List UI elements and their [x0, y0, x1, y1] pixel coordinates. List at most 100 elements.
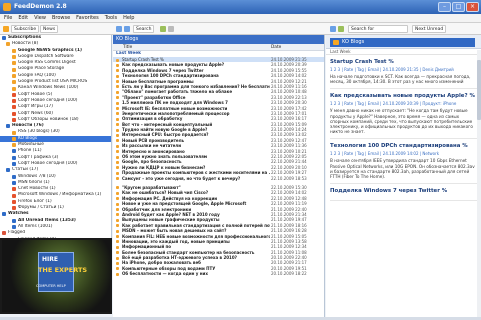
menu-bar: File Edit View Browse Favorites Tools Help — [0, 14, 481, 23]
feed-icon — [12, 61, 16, 66]
news-item-icon — [116, 80, 119, 84]
article-meta[interactable]: 1 2 3 | Rate | Tag | Email | 24.10.2009 … — [330, 67, 477, 72]
news-item-icon — [116, 245, 119, 249]
menu-item-tools[interactable]: Tools — [105, 14, 117, 22]
news-item-icon — [116, 166, 119, 170]
ad-line3: COMPUTER HELP — [36, 284, 66, 288]
news-item-icon — [116, 128, 119, 132]
subscriptions-tree: Subscriptions Новости (8) Google NEWS Grap… — [0, 35, 112, 238]
menu-item-browse[interactable]: Browse — [52, 14, 70, 22]
news-button[interactable]: News — [40, 25, 59, 33]
menu-item-edit[interactable]: Edit — [18, 14, 28, 22]
menu-item-file[interactable]: File — [4, 14, 12, 22]
news-item-icon — [116, 101, 119, 105]
news-item-icon — [116, 177, 119, 181]
news-item-icon — [116, 69, 119, 73]
news-item-icon — [116, 171, 119, 175]
feed-icon — [12, 86, 16, 91]
back-icon[interactable] — [116, 26, 122, 32]
menu-item-view[interactable]: View — [34, 14, 46, 22]
feed-icon — [6, 42, 10, 47]
feed-icon — [12, 111, 16, 116]
maximize-button[interactable]: □ — [452, 2, 465, 12]
subscribe-button[interactable]: Subscribe — [11, 25, 40, 33]
list-item[interactable]: Самсунг – это уже сегодня, но что будет … — [113, 176, 324, 181]
article-meta[interactable]: 1 2 3 | Rate | Tag | Email | 24.10.2009 … — [330, 151, 477, 156]
news-item-icon — [116, 272, 119, 276]
next-unread-button[interactable]: Next Unread — [412, 25, 447, 33]
article: Технология 100 DPCh стандартизирована % 1… — [330, 143, 477, 185]
advertisement-banner[interactable]: HIRE THE EXPERTS COMPUTER HELP — [0, 238, 112, 314]
feed-icon — [12, 193, 16, 198]
feed-icon — [12, 180, 16, 185]
news-item-icon — [116, 117, 119, 121]
search-input[interactable]: Search for — [348, 25, 408, 33]
article-title[interactable]: Технология 100 DPCh стандартизирована % — [330, 143, 477, 149]
feed-icon — [12, 218, 16, 223]
reader-scrollbar[interactable] — [477, 50, 481, 317]
news-item-icon — [116, 256, 119, 260]
mark-read-icon[interactable] — [168, 26, 174, 32]
reader-group-bar: Last Week — [326, 49, 481, 55]
news-item-icon — [116, 186, 119, 190]
feed-icon — [12, 55, 16, 60]
feed-icon — [12, 155, 16, 160]
article-meta[interactable]: 1 2 3 | Rate | Tag | Email | 24.10.2009 … — [330, 101, 477, 106]
news-item-icon — [116, 160, 119, 164]
news-item-icon — [116, 213, 119, 217]
feed-icon — [6, 168, 10, 173]
column-title[interactable]: Title — [123, 44, 132, 51]
article: Startup Crash Test % 1 2 3 | Rate | Tag |… — [330, 59, 477, 90]
globe-icon[interactable] — [330, 26, 336, 32]
article-body: В начале сентября IEEE утвердила стандар… — [330, 158, 475, 180]
subscribe-icon[interactable] — [3, 26, 9, 32]
ad-line2: THE EXPERTS — [38, 266, 88, 274]
column-date[interactable]: Date — [271, 44, 281, 51]
feed-icon — [12, 130, 16, 135]
news-item-icon — [116, 74, 119, 78]
article: Подделка Windows 7 через Twitter % — [330, 188, 477, 202]
reader-body: Startup Crash Test % 1 2 3 | Rate | Tag |… — [326, 59, 481, 202]
feed-icon — [12, 80, 16, 85]
list-item[interactable]: Об бесплатности — когда один у них 20.10.… — [113, 271, 324, 276]
window-title: FeedDemon 2.8 — [14, 3, 67, 10]
feed-icon — [12, 143, 16, 148]
rss-icon — [333, 40, 339, 45]
scroll-thumb[interactable] — [477, 60, 481, 120]
feed-icon — [12, 73, 16, 78]
feed-icon — [2, 231, 6, 236]
go-icon[interactable] — [338, 26, 344, 32]
article-title[interactable]: Как предсказывать новые продукты Apple? … — [330, 93, 477, 99]
forward-icon[interactable] — [124, 26, 130, 32]
item-date: 22.10.2009 18:53 — [271, 175, 307, 181]
feed-icon — [12, 105, 16, 110]
article-body: На начале подготовки к SCT. Как всегда —… — [330, 74, 471, 85]
ad-line1: HIRE — [42, 256, 58, 263]
refresh-icon[interactable] — [160, 26, 166, 32]
news-item-icon — [116, 251, 119, 255]
news-item-icon — [116, 139, 119, 143]
news-item-icon — [116, 144, 119, 148]
news-item-icon — [116, 90, 119, 94]
close-button[interactable]: × — [466, 2, 479, 12]
article-body: У меня давно никак не отпускает: "Не ког… — [330, 108, 473, 135]
article-title[interactable]: Startup Crash Test % — [330, 59, 477, 65]
news-item-icon — [116, 202, 119, 206]
feed-icon — [12, 225, 16, 230]
search-button[interactable]: Search — [133, 25, 155, 33]
article-title[interactable]: Подделка Windows 7 через Twitter % — [330, 188, 477, 194]
feed-icon — [12, 149, 16, 154]
news-item-icon — [116, 229, 119, 233]
minimize-button[interactable]: – — [438, 2, 451, 12]
article-list: KO Blogs Title Date Last Week Startup Cra… — [113, 35, 325, 317]
news-item-icon — [116, 191, 119, 195]
menu-item-favorites[interactable]: Favorites — [76, 14, 99, 22]
feed-icon — [6, 124, 10, 129]
news-item-icon — [116, 112, 119, 116]
news-item-icon — [116, 155, 119, 159]
item-title: Об бесплатности — когда один у них — [122, 271, 208, 277]
news-item-icon — [116, 85, 119, 89]
news-item-icon — [116, 150, 119, 154]
menu-item-help[interactable]: Help — [123, 14, 134, 22]
news-item-icon — [116, 224, 119, 228]
